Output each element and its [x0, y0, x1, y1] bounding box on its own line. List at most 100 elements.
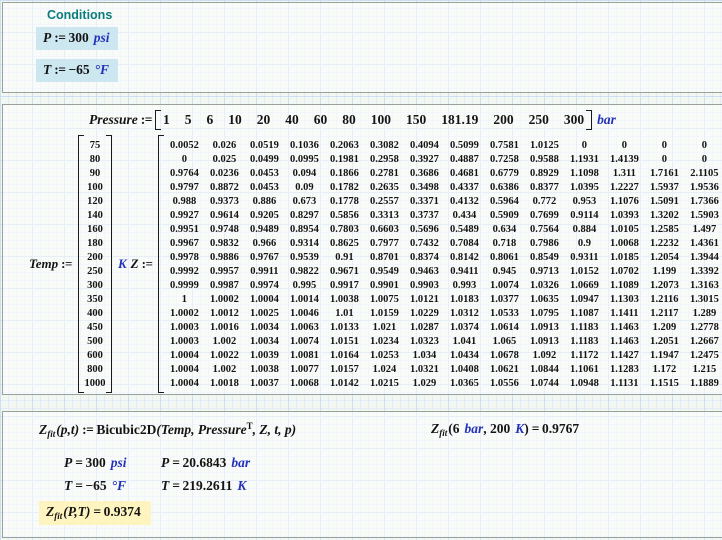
temp-value: 350 [87, 294, 103, 305]
temp-z-matrix-definition[interactable]: Temp:= 758090100120140160180200250300350… [29, 135, 722, 393]
pressure-value: 40 [285, 112, 299, 128]
p-definition[interactable]: P:=300psi [36, 27, 118, 50]
z-cell: 0.993 [453, 280, 477, 291]
pressure-values: 1561020406080100150181.19200250300 [155, 110, 592, 130]
z-cell: 1.0004 [250, 294, 279, 305]
zfit-definition[interactable]: Zfit(p,t):=Bicubic2D(Temp, PressureT, Z,… [39, 421, 296, 439]
p-value: 300 [68, 30, 88, 45]
z-cell: 0.9549 [370, 266, 399, 277]
z-cell: 1.002 [213, 336, 237, 347]
z-cell: 0.5696 [410, 224, 439, 235]
zfit-result[interactable]: Zfit(P,T)=0.9374 [39, 501, 151, 525]
z-cell: 1.0038 [330, 294, 359, 305]
bicubic2d-function: Bicubic2D [96, 422, 156, 437]
z-cell: 1.01 [335, 308, 353, 319]
z-cell: 0.8142 [450, 252, 479, 263]
pressure-var: Pressure [89, 112, 138, 128]
z-cell: 1.0151 [330, 336, 359, 347]
assign-op: := [58, 256, 75, 271]
temp-var: Temp [29, 256, 58, 271]
z-cell: 1.021 [373, 322, 397, 333]
z-cell: 0.7258 [490, 154, 519, 165]
z-cell: 0.988 [173, 196, 197, 207]
z-cell: 0.8701 [370, 252, 399, 263]
z-cell: 0.9489 [250, 224, 279, 235]
z-cell: 0.9903 [410, 280, 439, 291]
z-cell: 0.8061 [490, 252, 519, 263]
z-cell: 0.3686 [410, 168, 439, 179]
z-cell: 1.1947 [650, 350, 679, 361]
temp-value: 300 [87, 280, 103, 291]
z-cell: 0.3082 [370, 140, 399, 151]
temp-value: 500 [87, 336, 103, 347]
z-cell: 1.0947 [570, 294, 599, 305]
z-cell: 0.4681 [450, 168, 479, 179]
z-cell: 1.0913 [530, 336, 559, 347]
sample-temp-value: 200 [490, 421, 510, 436]
z-cell: 1.0152 [570, 266, 599, 277]
z-cell: 1.1427 [610, 350, 639, 361]
z-cell: 1.0004 [170, 378, 199, 389]
temp-value: 400 [87, 308, 103, 319]
z-cell: 1.0795 [530, 308, 559, 319]
z-cell: 0.8872 [210, 182, 239, 193]
z-cell: 0.884 [573, 224, 597, 235]
z-cell: 1.209 [653, 322, 677, 333]
temp-value: 450 [87, 322, 103, 333]
z-cell: 0.634 [493, 224, 517, 235]
z-cell: 0.1782 [330, 182, 359, 193]
z-cell: 1 [182, 294, 187, 305]
z-cell: 0.0499 [250, 154, 279, 165]
z-cell: 0.3371 [410, 196, 439, 207]
z-cell: 1.0234 [370, 336, 399, 347]
zfit-def-args-post: , Z, t, p) [253, 422, 297, 437]
z-cell: 1.092 [533, 350, 557, 361]
pressure-value: 200 [493, 112, 513, 128]
z-cell: 1.1098 [570, 168, 599, 179]
z-cell: 1.0133 [330, 322, 359, 333]
z-cell: 1.0635 [530, 294, 559, 305]
z-cell: 0.4094 [410, 140, 439, 151]
z-cell: 1.1183 [570, 336, 598, 347]
t-definition[interactable]: T:=−65°F [36, 59, 118, 82]
z-cell: 1.3163 [690, 280, 719, 291]
z-cell: 1.0326 [530, 280, 559, 291]
p-evaluation-psi[interactable]: P=300psi [64, 455, 126, 471]
pressure-vector-definition[interactable]: Pressure:= 1561020406080100150181.192002… [89, 110, 616, 130]
t-unit: °F [112, 478, 126, 493]
z-cell: 1.2778 [690, 322, 719, 333]
t-evaluation-f[interactable]: T=−65°F [64, 478, 126, 494]
z-cell: 1.289 [693, 308, 717, 319]
z-cell: 0.9957 [210, 266, 239, 277]
z-cell: 1.0002 [170, 308, 199, 319]
z-cell: 1.1931 [570, 154, 599, 165]
z-cell: 0.5489 [450, 224, 479, 235]
z-matrix: 0.00520.0260.05190.10360.20630.30820.409… [158, 135, 722, 393]
pressure-value: 150 [406, 112, 426, 128]
z-cell: 1.0185 [610, 252, 639, 263]
z-cell: 0.9205 [250, 210, 279, 221]
p-evaluation-bar[interactable]: P=20.6843bar [161, 455, 250, 471]
zfit-sample-evaluation[interactable]: Zfit(6bar, 200K)=0.9767 [431, 421, 579, 438]
assign-op: := [138, 112, 155, 128]
z-cell: 1.0081 [290, 350, 319, 361]
z-cell: 1.0034 [250, 336, 279, 347]
z-cell: 1.0702 [610, 266, 639, 277]
z-cell: 1.1463 [610, 336, 639, 347]
z-cell: 1.0003 [170, 322, 199, 333]
z-cell: 1.497 [693, 224, 717, 235]
t-evaluation-k[interactable]: T=219.2611K [161, 478, 246, 494]
z-cell: 1.7366 [690, 196, 719, 207]
t-value: 219.2611 [182, 478, 232, 493]
z-cell: 0 [702, 140, 707, 151]
pressure-value: 80 [342, 112, 356, 128]
z-cell: 0.025 [213, 154, 237, 165]
equals-op: = [169, 455, 182, 470]
z-cell: 0.1036 [290, 140, 319, 151]
z-cell: 0.0519 [250, 140, 279, 151]
z-cell: 0.9671 [330, 266, 359, 277]
z-cell: 1.0253 [370, 350, 399, 361]
zfit-var: Z [39, 422, 47, 437]
z-cell: 0.9411 [450, 266, 478, 277]
z-cell: 0.5099 [450, 140, 479, 151]
